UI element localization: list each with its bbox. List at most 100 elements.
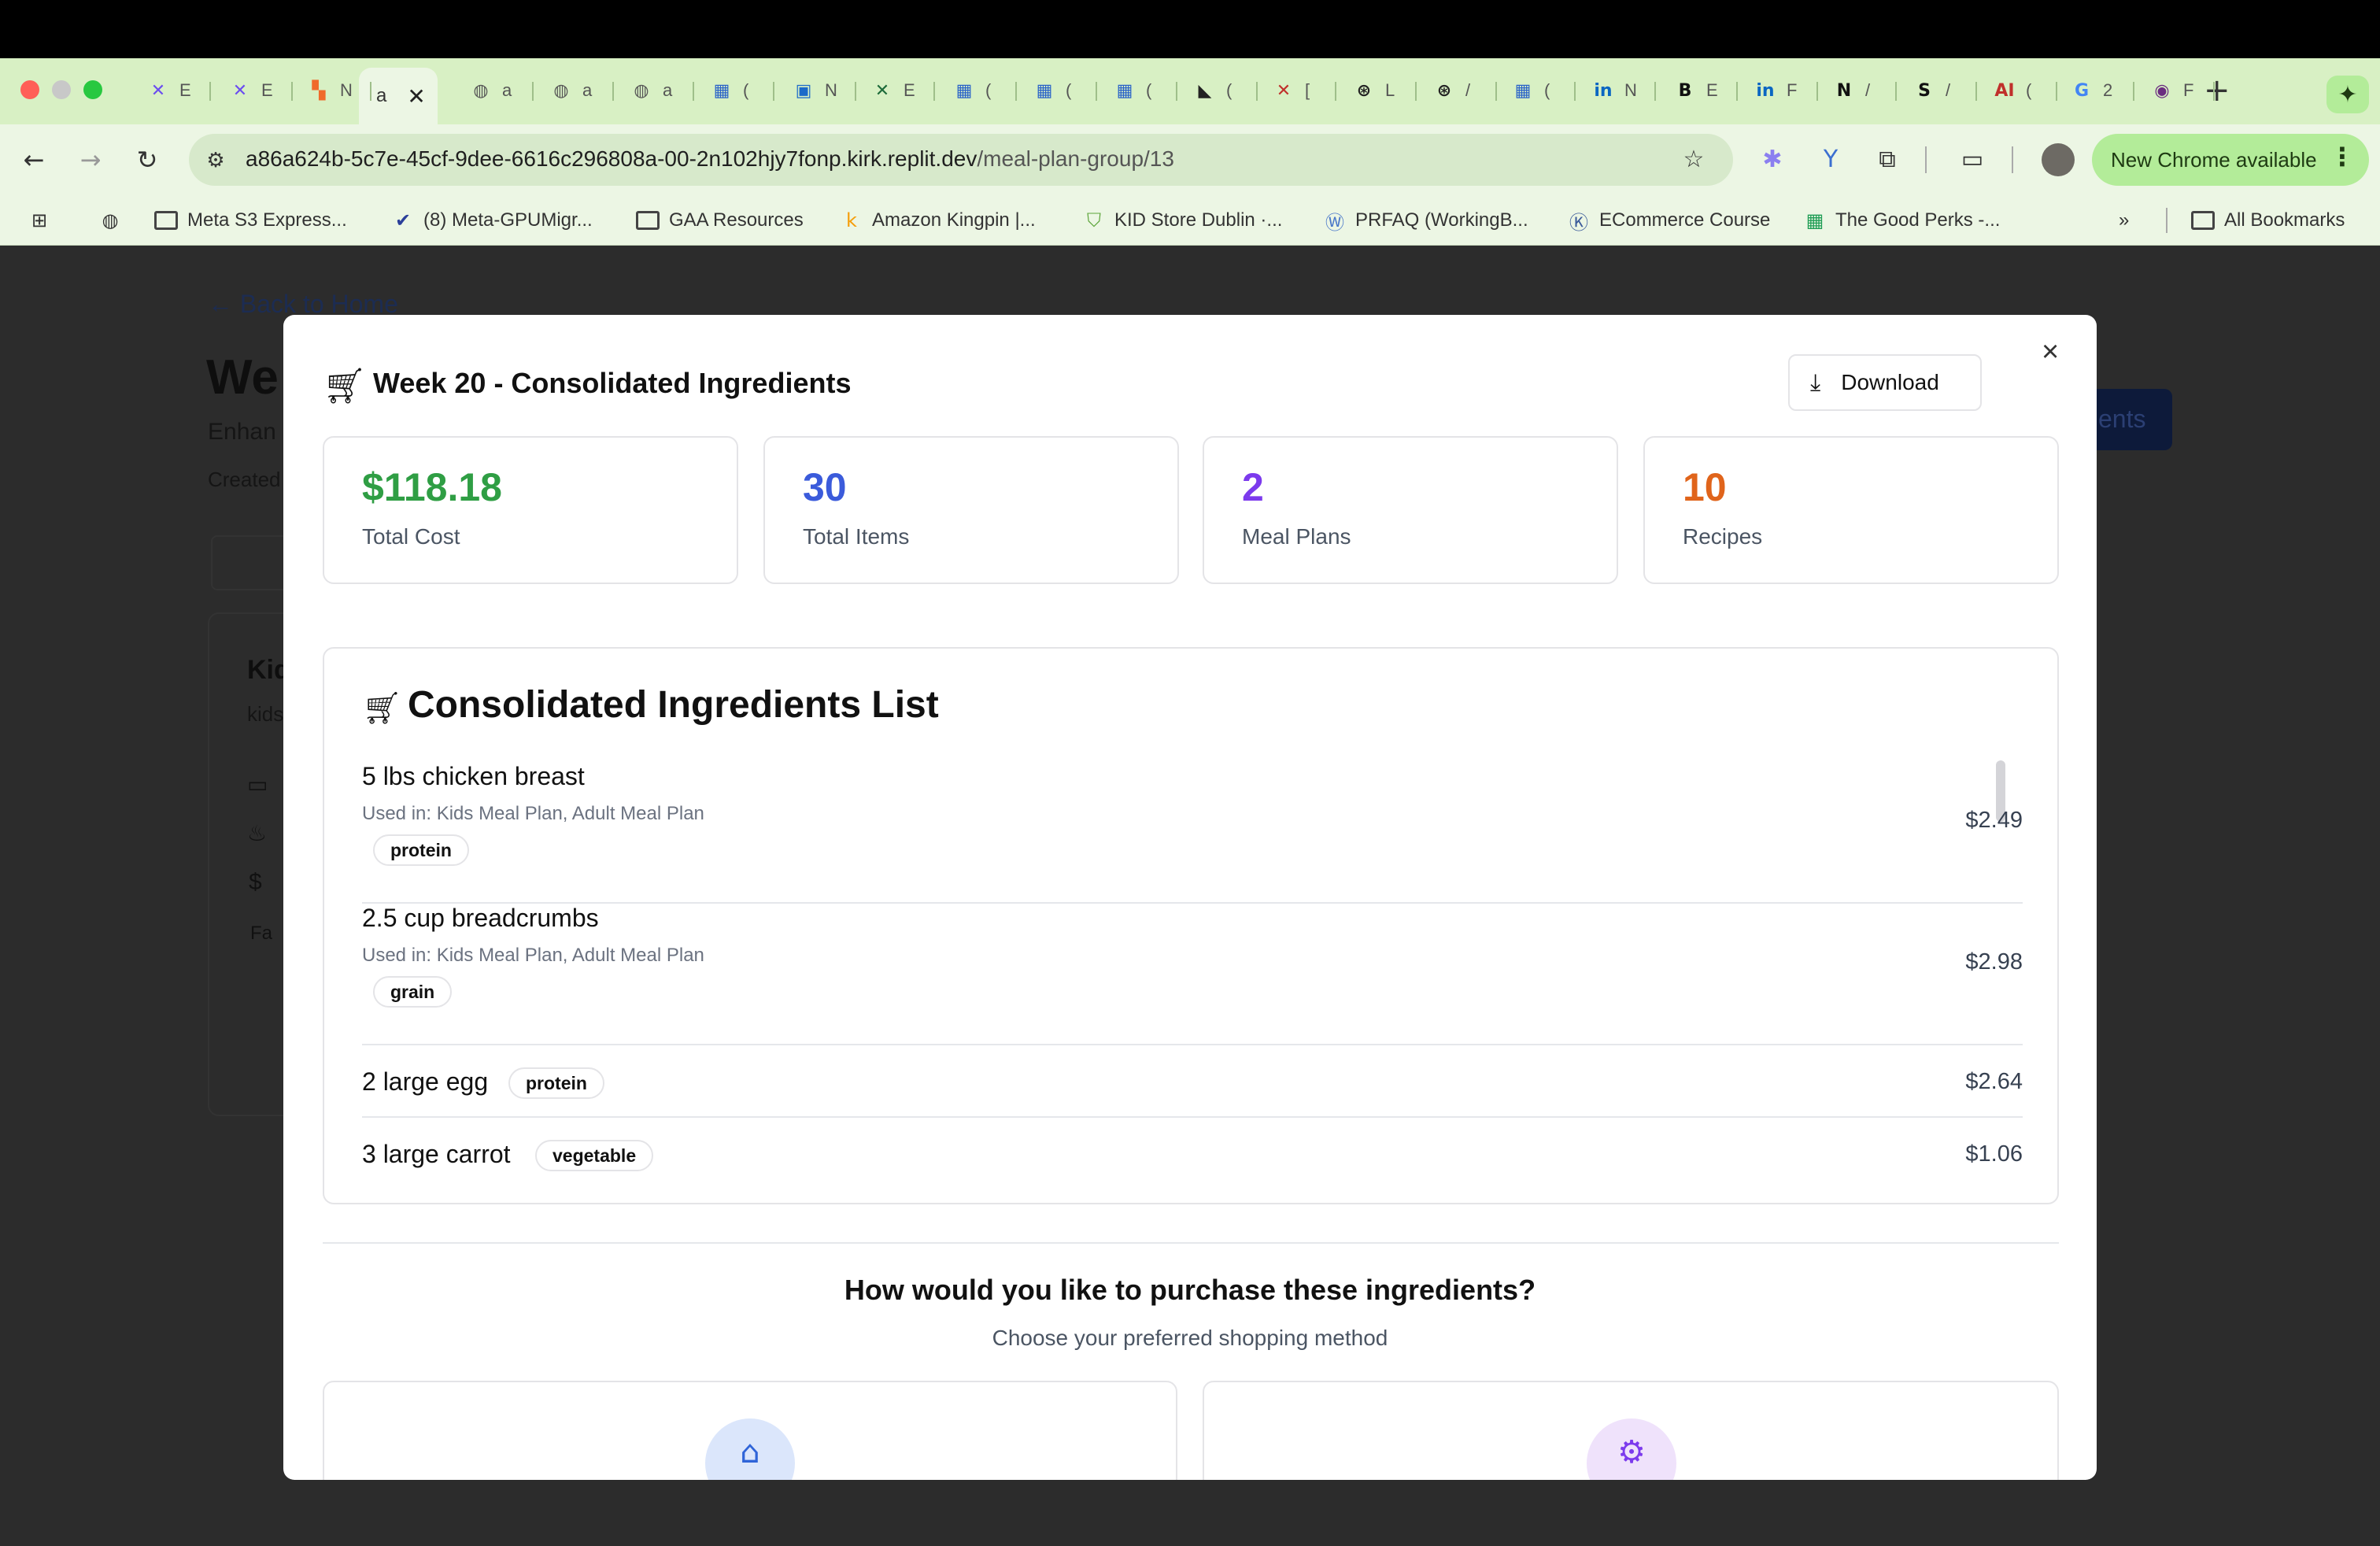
bookmark-shop-icon: ⛉ xyxy=(1087,209,1101,231)
forward-arrow-icon[interactable]: → xyxy=(72,142,109,178)
browser-tab[interactable]: ✕ E xyxy=(134,68,191,113)
bookmark-item[interactable]: Ⓦ PRFAQ (WorkingB... xyxy=(1324,206,1528,235)
browser-tab[interactable]: ▦( xyxy=(940,68,992,113)
browser-tab[interactable]: in N xyxy=(1579,68,1637,113)
tab-separator xyxy=(209,82,211,101)
browser-tab[interactable]: ◍ a xyxy=(617,68,672,113)
bookmark-K-icon: Ⓚ xyxy=(1569,211,1588,234)
profile-avatar[interactable] xyxy=(2042,143,2075,176)
bookmark-label: Amazon Kingpin |... xyxy=(872,209,1036,231)
page-title: We xyxy=(206,350,279,405)
close-tab-icon[interactable]: ✕ xyxy=(407,83,425,109)
browser-tab[interactable]: ▦( xyxy=(1020,68,1072,113)
browser-tab[interactable]: N / xyxy=(1820,68,1870,113)
cast-icon[interactable]: ▭ xyxy=(1957,143,1988,175)
browser-tab[interactable]: ▣ N xyxy=(779,68,837,113)
close-modal-icon[interactable]: × xyxy=(2042,335,2059,369)
ingredient-price: $2.49 xyxy=(1965,808,2023,833)
url-text[interactable]: a86a624b-5c7e-45cf-9dee-6616c296808a-00-… xyxy=(246,146,1174,172)
category-badge: grain xyxy=(373,976,453,1008)
bookmark-item[interactable]: k Amazon Kingpin |... xyxy=(841,206,1036,235)
extensions-puzzle-icon[interactable]: ⧉ xyxy=(1872,143,1903,175)
browser-tab[interactable]: in F xyxy=(1741,68,1797,113)
section-divider xyxy=(323,1242,2059,1244)
new-tab-button[interactable]: + xyxy=(2191,68,2230,113)
minimize-window-button[interactable] xyxy=(52,80,71,99)
bookmarks-divider xyxy=(2166,208,2168,233)
new-chrome-available-button[interactable]: New Chrome available ⋮ xyxy=(2092,134,2369,186)
bookmark-label: PRFAQ (WorkingB... xyxy=(1355,209,1528,231)
apps-grid-icon[interactable]: ⊞ xyxy=(28,206,50,235)
zoom-window-button[interactable] xyxy=(83,80,102,99)
tab-title: N xyxy=(340,80,353,100)
ingredient-row[interactable]: 2 large egg protein $2.64 xyxy=(362,1045,2023,1118)
ingredient-used-in: Used in: Kids Meal Plan, Adult Meal Plan xyxy=(362,803,704,824)
browser-tab[interactable]: BE xyxy=(1661,68,1718,113)
more-menu-icon[interactable]: ⋮ xyxy=(2330,142,2355,172)
tab-separator xyxy=(2133,82,2134,101)
globe-icon[interactable]: ◍ xyxy=(99,206,121,235)
browser-tab[interactable]: AI ( xyxy=(1980,68,2031,113)
tab-title: E xyxy=(1706,80,1718,100)
browser-tab[interactable]: ▦( xyxy=(1100,68,1152,113)
stat-label: Total Cost xyxy=(362,524,460,549)
ingredient-row[interactable]: 3 large carrot vegetable $1.06 xyxy=(362,1118,2023,1190)
browser-tab[interactable]: ◣( xyxy=(1181,68,1232,113)
shop-in-store-option[interactable]: ⌂ xyxy=(323,1381,1177,1480)
bookmark-item[interactable]: ▦ The Good Perks -... xyxy=(1804,206,2001,235)
list-title: Consolidated Ingredients List xyxy=(408,684,939,726)
bookmark-item[interactable]: ✔ (8) Meta-GPUMigr... xyxy=(392,206,593,235)
extension-y-icon[interactable]: Y xyxy=(1815,143,1846,175)
bookmark-item[interactable]: ⛉ KID Store Dublin ·... xyxy=(1083,206,1282,235)
tab-separator xyxy=(1335,82,1336,101)
browser-tab[interactable]: ✕[ xyxy=(1259,68,1310,113)
tab-separator xyxy=(532,82,534,101)
ingredient-row[interactable]: 5 lbs chicken breast Used in: Kids Meal P… xyxy=(362,762,2023,904)
browser-tab[interactable]: ◍ a xyxy=(537,68,592,113)
browser-tab[interactable]: ✕ E xyxy=(858,68,915,113)
tab-separator xyxy=(291,82,293,101)
download-button[interactable]: ⤓ Download xyxy=(1788,354,1982,411)
extension-icon[interactable]: ✱ xyxy=(1757,143,1788,175)
bookmark-star-icon[interactable]: ☆ xyxy=(1678,143,1709,175)
browser-tab[interactable]: ▦( xyxy=(697,68,749,113)
site-settings-icon[interactable]: ⚙ xyxy=(200,145,231,176)
bookmark-item[interactable]: Meta S3 Express... xyxy=(154,206,347,235)
bookmark-label: ECommerce Course xyxy=(1599,209,1771,231)
robot-icon: ⚙ xyxy=(1587,1418,1676,1480)
tab-title: a xyxy=(502,80,512,100)
browser-tab[interactable]: ▦( xyxy=(1499,68,1550,113)
back-arrow-icon[interactable]: ← xyxy=(16,142,52,178)
bookmark-label: (8) Meta-GPUMigr... xyxy=(423,209,593,231)
online-delivery-option[interactable]: ⚙ xyxy=(1203,1381,2059,1480)
tab-separator xyxy=(1895,82,1897,101)
browser-tab[interactable]: ⊛ L xyxy=(1340,68,1395,113)
category-badge: protein xyxy=(373,834,469,866)
gemini-icon[interactable]: ✦ xyxy=(2326,76,2369,113)
all-bookmarks-button[interactable]: All Bookmarks xyxy=(2191,206,2345,235)
bookmark-item[interactable]: GAA Resources xyxy=(636,206,804,235)
browser-tab[interactable]: ◍ a xyxy=(456,68,512,113)
browser-tab[interactable]: ◉ F xyxy=(2138,68,2193,113)
bookmarks-overflow-icon[interactable]: » xyxy=(2119,206,2129,235)
dollar-icon: $ xyxy=(249,869,262,895)
tab-favicon-icon: ✕ xyxy=(232,80,248,101)
tab-favicon-icon: ▦ xyxy=(1036,80,1053,101)
tab-separator xyxy=(1256,82,1258,101)
tab-favicon-icon: ✕ xyxy=(874,80,890,101)
browser-tab[interactable]: ✕ E xyxy=(216,68,273,113)
purchase-subheading: Choose your preferred shopping method xyxy=(992,1326,1388,1350)
browser-tab[interactable]: S / xyxy=(1900,68,1950,113)
stat-card: 2 Meal Plans xyxy=(1203,436,1618,584)
close-window-button[interactable] xyxy=(20,80,39,99)
tab-favicon-icon: in xyxy=(1756,80,1775,101)
tab-favicon-icon: ▦ xyxy=(1116,80,1133,101)
tab-favicon-icon: ✕ xyxy=(1276,80,1292,101)
ingredient-row[interactable]: 2.5 cup breadcrumbs Used in: Kids Meal Pl… xyxy=(362,904,2023,1045)
bookmark-item[interactable]: Ⓚ ECommerce Course xyxy=(1568,206,1770,235)
reload-icon[interactable]: ↻ xyxy=(129,142,165,178)
browser-tab[interactable]: G2 xyxy=(2057,68,2112,113)
ingredient-price: $1.06 xyxy=(1965,1141,2023,1167)
browser-tab[interactable]: ▚ N xyxy=(294,68,353,113)
browser-tab[interactable]: ⊛ / xyxy=(1420,68,1470,113)
